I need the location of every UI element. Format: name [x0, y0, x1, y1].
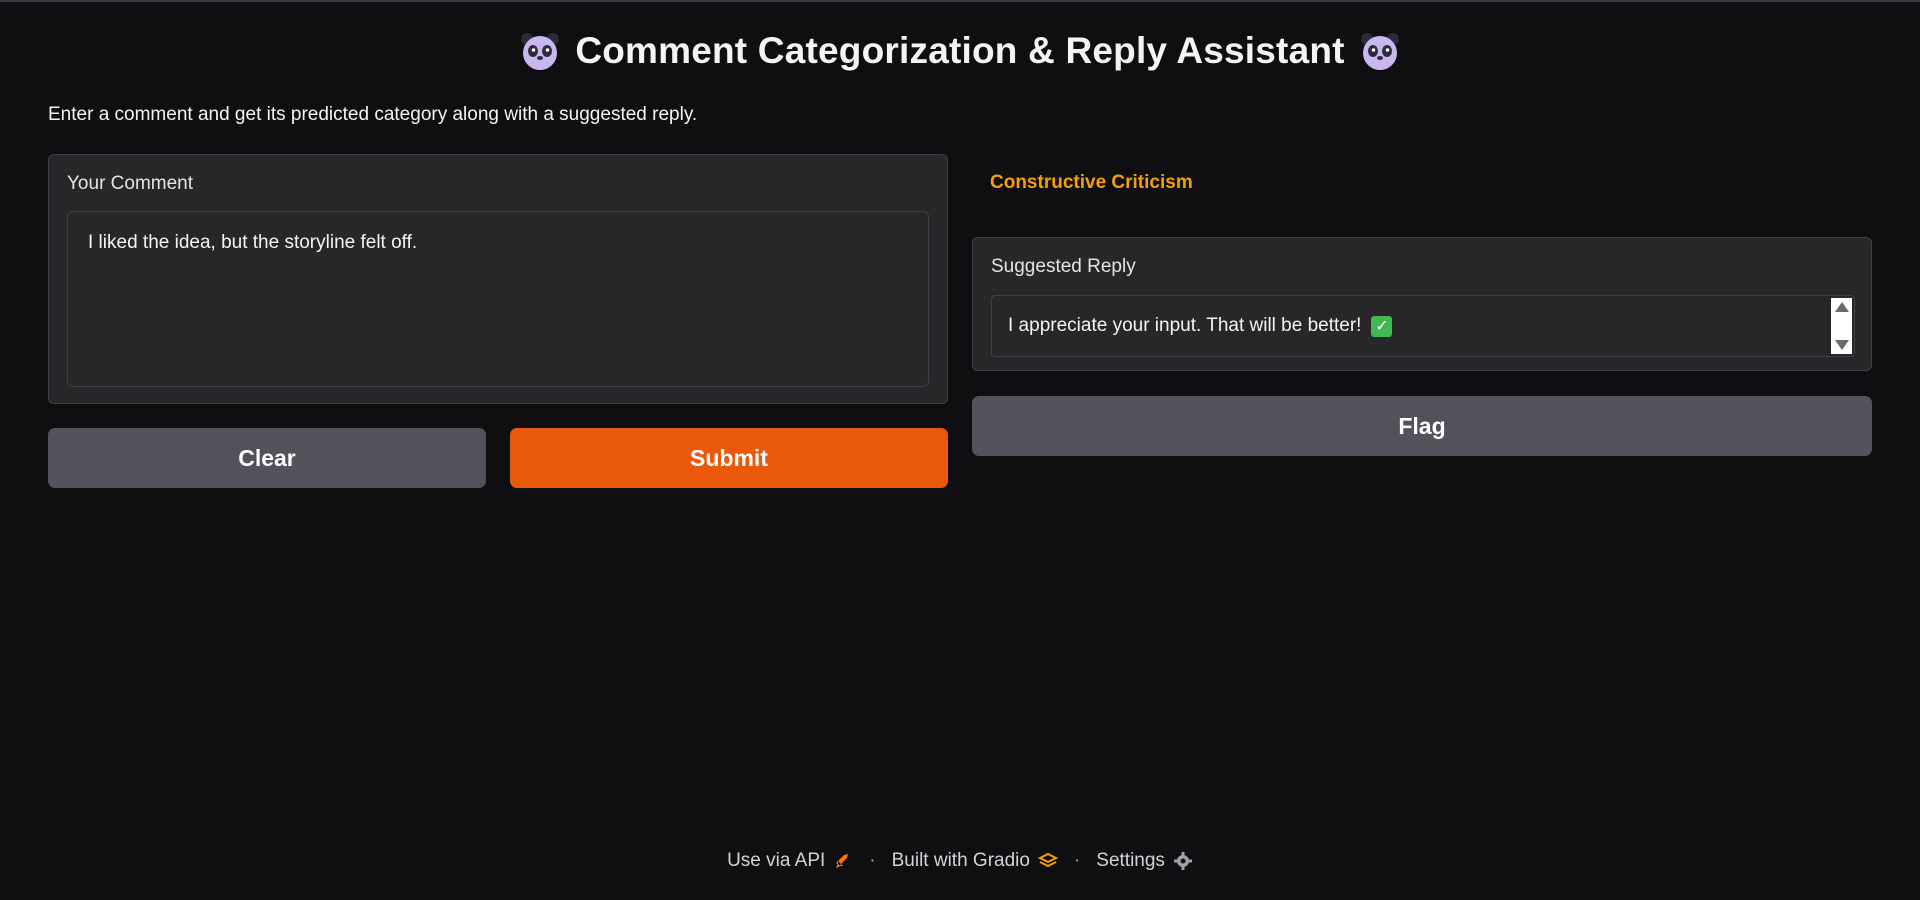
predicted-category: Constructive Criticism	[990, 172, 1193, 193]
top-border	[0, 0, 1920, 2]
footer-separator: ·	[1073, 850, 1081, 871]
settings-link[interactable]: Settings	[1096, 850, 1193, 872]
submit-button[interactable]: Submit	[510, 428, 948, 488]
footer-separator: ·	[869, 850, 876, 871]
gear-icon	[1173, 852, 1192, 870]
gradio-logo-icon	[1037, 852, 1058, 868]
flag-button[interactable]: Flag	[972, 396, 1872, 456]
use-via-api-link[interactable]: Use via API	[727, 850, 853, 872]
page-description: Enter a comment and get its predicted ca…	[48, 104, 698, 125]
suggested-reply-textbox[interactable]: I appreciate your input. That will be be…	[991, 295, 1855, 357]
comment-input-block: Your Comment I liked the idea, but the s…	[48, 154, 948, 404]
check-mark-icon: ✓	[1371, 315, 1393, 337]
scrollbar[interactable]	[1831, 298, 1852, 354]
rocket-icon	[836, 854, 849, 868]
suggested-reply-label: Suggested Reply	[991, 256, 1136, 277]
built-with-gradio-link[interactable]: Built with Gradio	[892, 850, 1058, 872]
comment-label: Your Comment	[67, 173, 194, 194]
panda-icon	[1360, 33, 1399, 70]
use-via-api-label: Use via API	[727, 850, 826, 871]
scroll-up-icon[interactable]	[1834, 302, 1849, 312]
footer: Use via API · Built with Gradio · Settin…	[0, 846, 1920, 876]
suggested-reply-block: Suggested Reply I appreciate your input.…	[972, 237, 1872, 371]
clear-button[interactable]: Clear	[48, 428, 486, 488]
title-text: Comment Categorization & Reply Assistant	[575, 30, 1345, 71]
page-title: Comment Categorization & Reply Assistant	[0, 28, 1920, 74]
built-with-gradio-label: Built with Gradio	[891, 850, 1030, 871]
settings-label: Settings	[1096, 850, 1165, 871]
panda-icon	[521, 33, 560, 70]
suggested-reply-text: I appreciate your input. That will be be…	[1008, 315, 1362, 336]
scroll-down-icon[interactable]	[1834, 340, 1849, 350]
comment-textarea[interactable]: I liked the idea, but the storyline felt…	[67, 211, 929, 387]
